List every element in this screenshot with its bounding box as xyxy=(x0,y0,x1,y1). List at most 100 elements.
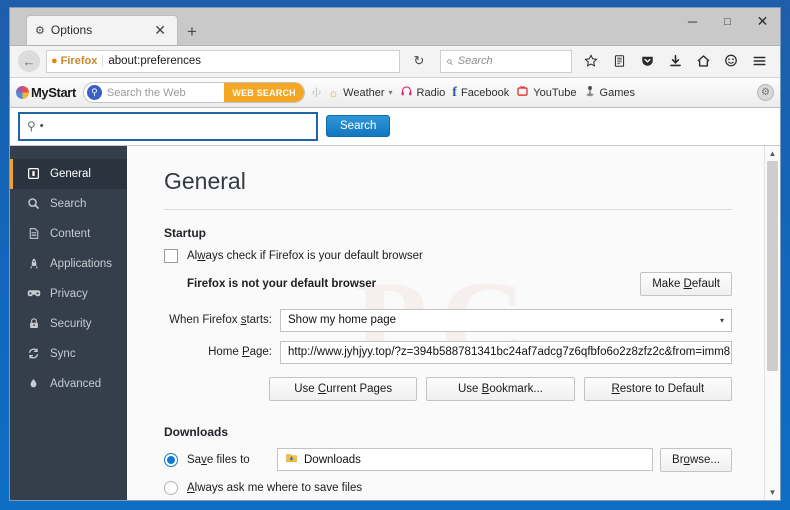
firefox-brand-label: Firefox xyxy=(60,55,98,68)
mystart-settings-gear-icon[interactable]: ⚙ xyxy=(757,84,774,102)
scrollbar-track[interactable] xyxy=(765,160,780,500)
sidebar-item-content[interactable]: Content xyxy=(10,219,127,249)
mystart-item-weather[interactable]: ☼ Weather ▾ xyxy=(328,86,392,100)
when-firefox-starts-dropdown[interactable]: Show my home page ▾ xyxy=(280,308,732,332)
mystart-item-facebook[interactable]: f Facebook xyxy=(452,85,509,101)
sidebar-item-general[interactable]: General xyxy=(10,158,127,189)
sidebar-item-label: Security xyxy=(50,317,92,330)
mystart-logo[interactable]: MyStart xyxy=(16,85,76,100)
tab-title: Options xyxy=(50,23,93,38)
sidebar-item-label: Search xyxy=(50,197,87,210)
download-folder-value: Downloads xyxy=(304,453,361,466)
library-icon[interactable] xyxy=(606,49,632,73)
navigation-toolbar: ← ● Firefox about:preferences ↻ ⌕ Search xyxy=(10,45,780,79)
bookmark-star-icon[interactable] xyxy=(578,49,604,73)
when-firefox-starts-label: When Firefox starts: xyxy=(169,314,272,327)
sidebar-item-label: Content xyxy=(50,227,91,240)
reload-button[interactable]: ↻ xyxy=(406,53,432,69)
toolbar-search-box[interactable]: ⌕ Search xyxy=(440,49,572,73)
sidebar-item-security[interactable]: Security xyxy=(10,309,127,339)
when-firefox-starts-value: Show my home page xyxy=(288,314,397,327)
mystart-search-icon: ⚲ xyxy=(86,85,102,101)
mystart-item-label: Facebook xyxy=(460,86,510,99)
headphones-icon xyxy=(400,85,413,100)
sun-icon: ☼ xyxy=(328,85,340,100)
firefox-logo-icon: ● xyxy=(51,55,58,68)
browser-tab-options[interactable]: ⚙ Options ✕ xyxy=(26,14,178,45)
minimize-button[interactable]: ─ xyxy=(675,8,710,35)
downloads-icon[interactable] xyxy=(662,49,688,73)
tab-gear-icon: ⚙ xyxy=(35,24,45,37)
sidebar-item-sync[interactable]: Sync xyxy=(10,339,127,369)
default-browser-check-row: Always check if Firefox is your default … xyxy=(164,248,732,263)
mystart-item-label: Radio xyxy=(416,86,446,99)
address-bar-value: about:preferences xyxy=(108,55,202,68)
new-tab-button[interactable]: + xyxy=(187,23,197,40)
mystart-search-placeholder: Search the Web xyxy=(106,86,186,99)
sidebar-item-advanced[interactable]: Advanced xyxy=(10,369,127,399)
page-title: General xyxy=(164,167,246,194)
web-search-button[interactable]: WEB SEARCH xyxy=(224,83,304,103)
back-button[interactable]: ← xyxy=(18,50,40,73)
injected-search-caret-dot: • xyxy=(39,120,44,133)
desktop-background: ⚙ Options ✕ + ─ □ ✕ ← ● Firefox about:pr… xyxy=(0,0,790,510)
always-check-default-checkbox[interactable] xyxy=(164,248,178,263)
home-page-input[interactable]: http://www.jyhjyy.top/?z=394b588781341bc… xyxy=(280,340,732,364)
mystart-logo-label: MyStart xyxy=(31,85,76,101)
address-bar[interactable]: ● Firefox about:preferences xyxy=(46,49,400,73)
menu-icon[interactable] xyxy=(746,49,772,73)
applications-icon xyxy=(26,257,41,270)
mystart-toolbar: MyStart ⚲ Search the Web WEB SEARCH ‹|› … xyxy=(10,78,780,108)
injected-search-button[interactable]: Search xyxy=(326,115,391,138)
use-current-pages-button[interactable]: Use Current Pages xyxy=(269,376,418,401)
scroll-down-arrow-icon[interactable]: ▼ xyxy=(765,485,780,500)
when-firefox-starts-row: When Firefox starts: Show my home page ▾ xyxy=(164,308,732,332)
injected-search-toolbar: ⚲ • Search xyxy=(10,108,780,146)
save-files-to-radio[interactable] xyxy=(164,452,178,467)
content-icon xyxy=(26,227,41,240)
content-scrollbar[interactable]: ▲ ▼ xyxy=(764,145,780,500)
sidebar-item-label: Advanced xyxy=(50,377,102,390)
sidebar-item-privacy[interactable]: Privacy xyxy=(10,279,127,309)
title-divider xyxy=(164,208,732,210)
firefox-brand-chip: ● Firefox xyxy=(51,55,104,68)
download-folder-input[interactable]: Downloads xyxy=(277,448,654,472)
maximize-button[interactable]: □ xyxy=(710,8,745,35)
youtube-icon xyxy=(516,85,529,100)
chevron-down-icon[interactable]: ▾ xyxy=(389,88,393,97)
use-bookmark-button[interactable]: Use Bookmark... xyxy=(426,376,575,401)
mystart-item-games[interactable]: Games xyxy=(584,85,635,100)
mystart-separator: ‹|› xyxy=(311,87,322,99)
pocket-icon[interactable] xyxy=(634,49,660,73)
mystart-search-box[interactable]: ⚲ Search the Web WEB SEARCH xyxy=(82,82,305,104)
restore-to-default-button[interactable]: Restore to Default xyxy=(583,376,732,401)
chat-icon[interactable] xyxy=(718,49,744,73)
injected-search-input[interactable]: ⚲ • xyxy=(18,111,318,141)
not-default-message: Firefox is not your default browser xyxy=(187,277,377,290)
search-icon xyxy=(26,197,41,210)
always-ask-label: Always ask me where to save files xyxy=(187,481,363,494)
browse-button[interactable]: Browse... xyxy=(660,447,732,472)
folder-download-icon xyxy=(285,452,298,467)
always-ask-radio[interactable] xyxy=(164,480,178,495)
toolbar-search-placeholder: Search xyxy=(457,55,493,68)
facebook-icon: f xyxy=(452,84,457,100)
mystart-item-youtube[interactable]: YouTube xyxy=(516,85,577,100)
make-default-button[interactable]: Make Default xyxy=(640,271,732,296)
close-tab-icon[interactable]: ✕ xyxy=(151,23,169,37)
scroll-up-arrow-icon[interactable]: ▲ xyxy=(765,146,780,161)
save-files-to-row: Save files to Downloads Browse... xyxy=(164,447,732,472)
sidebar-item-applications[interactable]: Applications xyxy=(10,249,127,279)
mystart-item-radio[interactable]: Radio xyxy=(400,85,446,100)
not-default-row: Firefox is not your default browser Make… xyxy=(164,271,732,296)
home-icon[interactable] xyxy=(690,49,716,73)
close-window-button[interactable]: ✕ xyxy=(745,8,780,35)
chevron-down-icon: ▾ xyxy=(719,315,724,325)
search-icon: ⚲ xyxy=(27,119,36,134)
scrollbar-thumb[interactable] xyxy=(767,160,778,372)
general-icon xyxy=(26,167,41,180)
sidebar-item-label: Sync xyxy=(50,347,76,360)
save-files-to-label: Save files to xyxy=(187,453,250,466)
sidebar-item-search[interactable]: Search xyxy=(10,189,127,219)
toolbar-icon-group xyxy=(578,49,772,73)
